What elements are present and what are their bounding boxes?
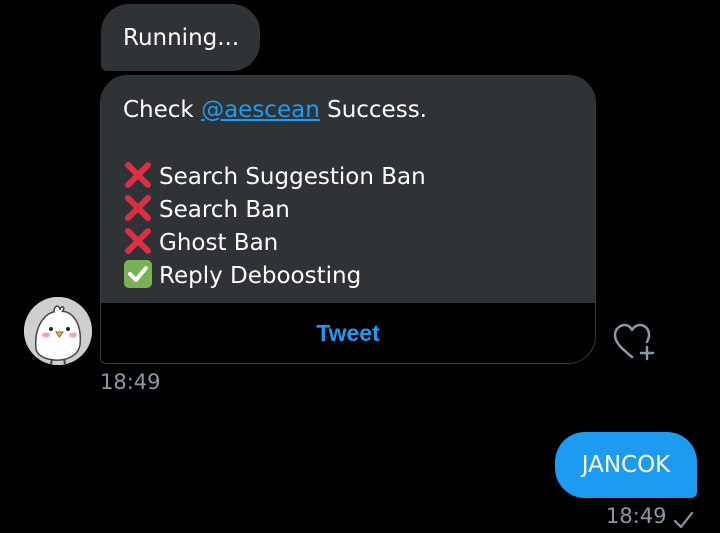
message-text: JANCOK — [581, 452, 671, 478]
result-heading: Check @aescean Success. — [123, 94, 595, 127]
result-item-label: Ghost Ban — [159, 230, 279, 256]
message-bubble-running[interactable]: Running... — [101, 4, 260, 71]
result-item: Ghost Ban — [123, 226, 595, 259]
chick-avatar[interactable] — [24, 297, 92, 365]
result-item-label: Search Ban — [159, 197, 290, 223]
mention-link[interactable]: @aescean — [201, 97, 320, 123]
chick-icon — [24, 297, 92, 365]
cross-mark-icon — [125, 195, 151, 221]
result-item-label: Search Suggestion Ban — [159, 164, 426, 190]
check-mark-icon — [124, 260, 152, 288]
message-card-result[interactable]: Check @aescean Success. Search Suggestio… — [100, 75, 596, 364]
result-item: Search Ban — [123, 193, 595, 226]
sent-timestamp: 18:49 — [606, 504, 667, 528]
message-card-body: Check @aescean Success. Search Suggestio… — [101, 76, 595, 303]
cross-mark-icon — [125, 228, 151, 254]
result-item: Reply Deboosting — [123, 259, 595, 292]
message-text: Running... — [123, 24, 240, 51]
check-icon — [673, 511, 694, 529]
heart-plus-icon[interactable] — [612, 322, 658, 362]
message-bubble-sent[interactable]: JANCOK — [555, 432, 697, 498]
result-suffix: Success. — [319, 97, 427, 123]
cross-mark-icon — [125, 162, 151, 188]
message-timestamp: 18:49 — [100, 370, 161, 394]
result-item: Search Suggestion Ban — [123, 160, 595, 193]
result-item-label: Reply Deboosting — [159, 263, 362, 289]
tweet-button[interactable]: Tweet — [101, 303, 595, 363]
result-prefix: Check — [123, 97, 202, 123]
